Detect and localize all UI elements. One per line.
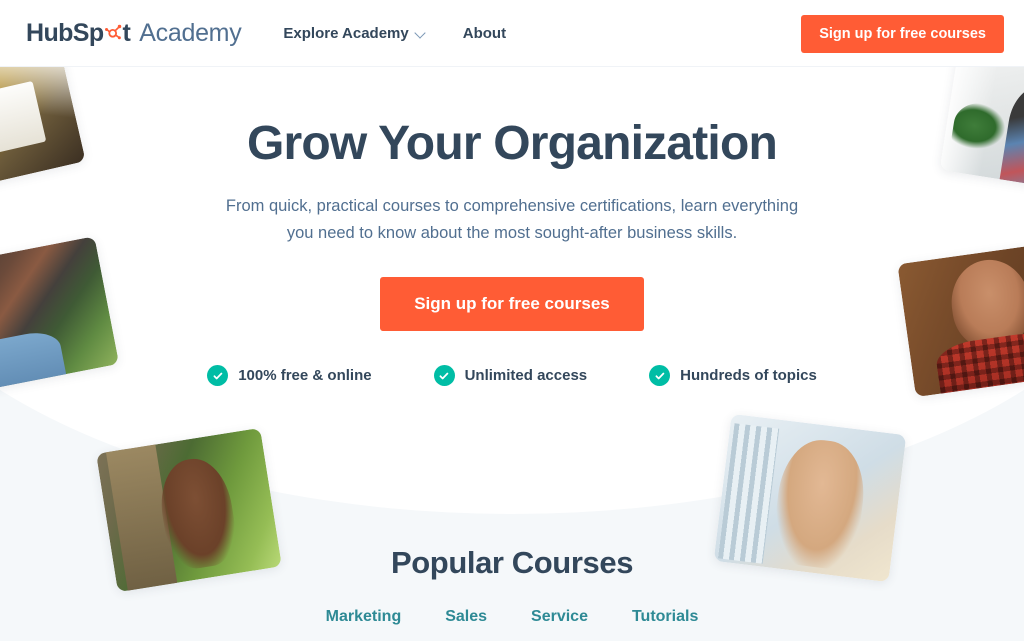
feature-label: Unlimited access xyxy=(464,367,588,385)
logo-product-text: Academy xyxy=(139,18,242,47)
tab-tutorials[interactable]: Tutorials xyxy=(632,608,698,626)
logo-brand-text: HubSp xyxy=(26,18,104,47)
nav-item-label: Explore Academy xyxy=(283,24,409,42)
check-circle-icon xyxy=(433,365,455,387)
page-title: Grow Your Organization xyxy=(247,117,778,170)
hero-signup-button[interactable]: Sign up for free courses xyxy=(380,277,644,332)
feature-item-hundreds-of-topics: Hundreds of topics xyxy=(649,365,817,387)
nav-item-about[interactable]: About xyxy=(463,25,506,42)
hero-feature-list: 100% free & online Unlimited access Hund… xyxy=(0,365,1024,387)
popular-courses-title: Popular Courses xyxy=(390,545,634,580)
logo-wordmark: HubSp t xyxy=(26,18,131,48)
hero-subtitle: From quick, practical courses to compreh… xyxy=(225,196,799,242)
tab-service[interactable]: Service xyxy=(531,608,588,626)
tab-sales[interactable]: Sales xyxy=(445,608,487,626)
hubspot-sprocket-icon xyxy=(104,20,123,39)
chevron-down-icon xyxy=(416,29,425,38)
nav-item-label: About xyxy=(462,24,507,42)
feature-label: Hundreds of topics xyxy=(680,367,817,385)
page-root: HubSp t Academy Explore Academy About Sig… xyxy=(0,0,1024,641)
feature-label: 100% free & online xyxy=(238,367,372,385)
check-circle-icon xyxy=(649,365,671,387)
popular-courses-section: Popular Courses Marketing Sales Service … xyxy=(0,545,1024,626)
nav-item-explore-academy[interactable]: Explore Academy xyxy=(283,25,424,42)
check-circle-icon xyxy=(207,365,229,387)
site-header: HubSp t Academy Explore Academy About Sig… xyxy=(0,0,1024,67)
logo-brand-tail-text: t xyxy=(122,18,131,47)
header-signup-button[interactable]: Sign up for free courses xyxy=(801,15,1004,53)
tab-marketing[interactable]: Marketing xyxy=(326,608,402,626)
primary-nav: Explore Academy About xyxy=(283,25,506,42)
feature-item-free-online: 100% free & online xyxy=(207,365,372,387)
feature-item-unlimited-access: Unlimited access xyxy=(433,365,588,387)
hubspot-academy-logo[interactable]: HubSp t Academy xyxy=(26,18,242,48)
course-category-tabs: Marketing Sales Service Tutorials xyxy=(0,608,1024,626)
